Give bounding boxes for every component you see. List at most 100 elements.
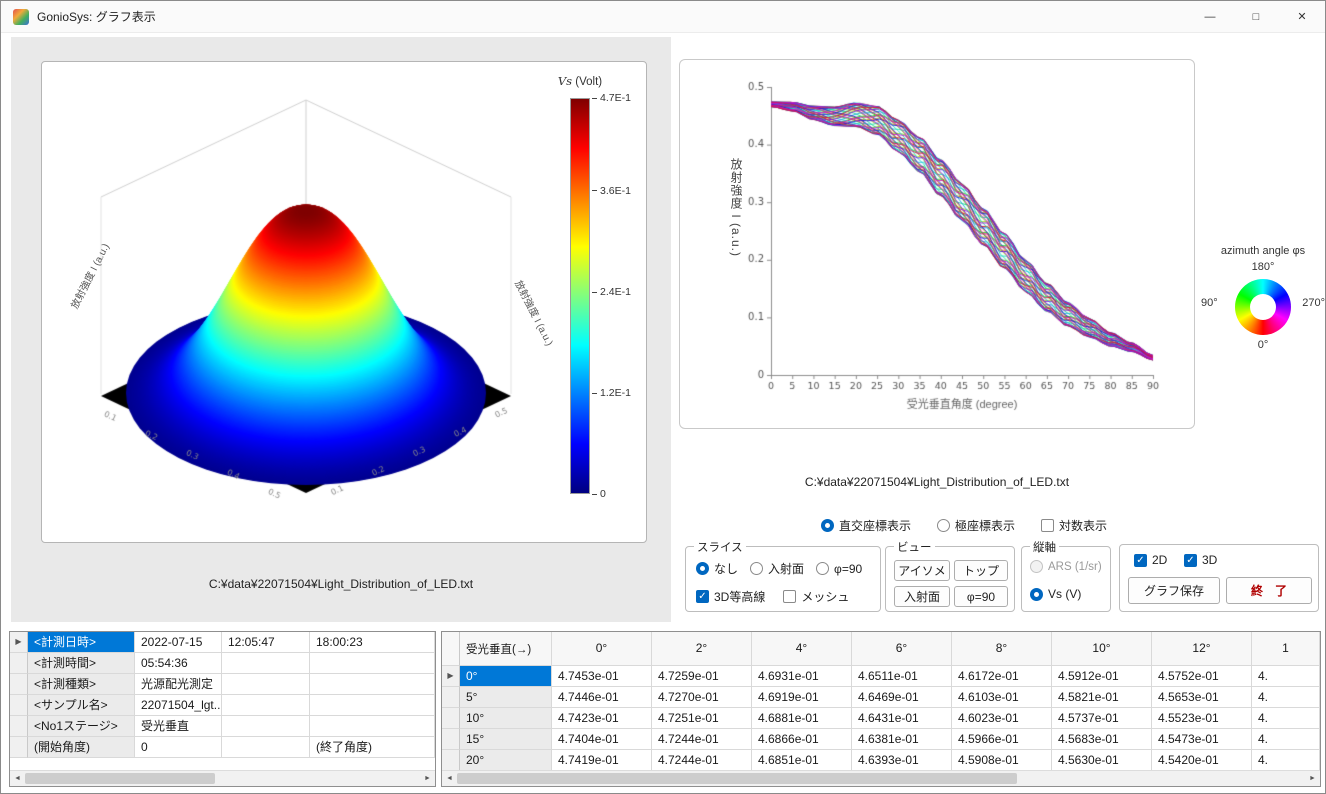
save-graph-button[interactable]: グラフ保存	[1128, 577, 1220, 604]
data-value-cell[interactable]: 4.5523e-01	[1152, 708, 1252, 729]
slice-incidence-radio[interactable]: 入射面	[750, 560, 804, 577]
view-phi90-button[interactable]: φ=90	[954, 586, 1008, 607]
scroll-thumb[interactable]	[25, 773, 215, 784]
data-value-cell[interactable]: 4.	[1252, 666, 1320, 687]
exit-button[interactable]: 終 了	[1226, 577, 1312, 604]
row-header-cell[interactable]: ▶	[10, 632, 28, 653]
data-value-cell[interactable]: 4.7423e-01	[552, 708, 652, 729]
data-value-cell[interactable]: 4.6511e-01	[852, 666, 952, 687]
data-value-cell[interactable]: 4.7404e-01	[552, 729, 652, 750]
info-value-cell[interactable]	[310, 653, 435, 674]
data-value-cell[interactable]: 4.6881e-01	[752, 708, 852, 729]
data-value-cell[interactable]: 4.6469e-01	[852, 687, 952, 708]
data-value-cell[interactable]: 4.5737e-01	[1052, 708, 1152, 729]
info-value-cell[interactable]	[222, 653, 310, 674]
row-header-cell[interactable]	[10, 695, 28, 716]
ars-radio-disabled[interactable]: ARS (1/sr)	[1030, 560, 1102, 573]
info-value-cell[interactable]: 受光垂直	[135, 716, 222, 737]
info-value-cell[interactable]	[222, 674, 310, 695]
data-value-cell[interactable]: 4.7453e-01	[552, 666, 652, 687]
column-header-cell[interactable]: 6°	[852, 632, 952, 666]
view-isometric-button[interactable]: アイソメ	[894, 560, 950, 581]
row-label-cell[interactable]: 15°	[460, 729, 552, 750]
info-label-cell[interactable]: (開始角度)	[28, 737, 135, 758]
column-header-cell[interactable]: 8°	[952, 632, 1052, 666]
info-value-cell[interactable]: 12:05:47	[222, 632, 310, 653]
row-label-cell[interactable]: 0°	[460, 666, 552, 687]
scroll-right-arrow-icon[interactable]: ►	[1305, 771, 1320, 786]
data-value-cell[interactable]: 4.6023e-01	[952, 708, 1052, 729]
data-value-cell[interactable]: 4.6866e-01	[752, 729, 852, 750]
mesh-checkbox[interactable]: メッシュ	[783, 588, 849, 605]
scroll-right-arrow-icon[interactable]: ►	[420, 771, 435, 786]
row-label-cell[interactable]: 5°	[460, 687, 552, 708]
data-value-cell[interactable]: 4.5912e-01	[1052, 666, 1152, 687]
info-value-cell[interactable]: 光源配光測定	[135, 674, 222, 695]
data-value-cell[interactable]: 4.7251e-01	[652, 708, 752, 729]
info-label-cell[interactable]: <計測時間>	[28, 653, 135, 674]
data-value-cell[interactable]: 4.5630e-01	[1052, 750, 1152, 771]
data-value-cell[interactable]: 4.	[1252, 729, 1320, 750]
data-value-cell[interactable]: 4.	[1252, 708, 1320, 729]
info-value-cell[interactable]	[310, 716, 435, 737]
row-label-cell[interactable]: 10°	[460, 708, 552, 729]
info-label-cell[interactable]: <計測日時>	[28, 632, 135, 653]
info-value-cell[interactable]	[222, 716, 310, 737]
info-value-cell[interactable]: 0	[135, 737, 222, 758]
data-value-cell[interactable]: 4.7244e-01	[652, 729, 752, 750]
view-top-button[interactable]: トップ	[954, 560, 1008, 581]
row-header-cell[interactable]	[442, 750, 460, 771]
column-header-cell[interactable]: 4°	[752, 632, 852, 666]
scroll-thumb[interactable]	[457, 773, 1017, 784]
row-header-cell[interactable]	[442, 729, 460, 750]
info-value-cell[interactable]	[310, 674, 435, 695]
view-incidence-button[interactable]: 入射面	[894, 586, 950, 607]
slice-none-radio[interactable]: なし	[696, 560, 738, 577]
toggle-2d-checkbox[interactable]: 2D	[1134, 553, 1167, 567]
info-value-cell[interactable]: 05:54:36	[135, 653, 222, 674]
column-header-cell[interactable]: 12°	[1152, 632, 1252, 666]
data-value-cell[interactable]: 4.5752e-01	[1152, 666, 1252, 687]
toggle-3d-checkbox[interactable]: 3D	[1184, 553, 1217, 567]
data-value-cell[interactable]: 4.5473e-01	[1152, 729, 1252, 750]
rect-coords-radio[interactable]: 直交座標表示	[821, 517, 911, 534]
data-value-cell[interactable]: 4.5908e-01	[952, 750, 1052, 771]
row-header-cell[interactable]	[10, 716, 28, 737]
data-value-cell[interactable]: 4.5683e-01	[1052, 729, 1152, 750]
data-value-cell[interactable]: 4.5653e-01	[1152, 687, 1252, 708]
data-value-cell[interactable]: 4.6851e-01	[752, 750, 852, 771]
maximize-button[interactable]: □	[1233, 1, 1279, 32]
info-label-cell[interactable]: <サンプル名>	[28, 695, 135, 716]
data-value-cell[interactable]: 4.6381e-01	[852, 729, 952, 750]
data-value-cell[interactable]: 4.	[1252, 687, 1320, 708]
info-value-cell[interactable]: 22071504_lgt...	[135, 695, 222, 716]
scroll-left-arrow-icon[interactable]: ◄	[10, 771, 25, 786]
row-header-cell[interactable]: ▶	[442, 666, 460, 687]
log-display-checkbox[interactable]: 対数表示	[1041, 517, 1107, 534]
data-value-cell[interactable]: 4.7270e-01	[652, 687, 752, 708]
minimize-button[interactable]: —	[1187, 1, 1233, 32]
row-header-cell[interactable]	[10, 737, 28, 758]
info-value-cell[interactable]: 2022-07-15	[135, 632, 222, 653]
info-label-cell[interactable]: <計測種類>	[28, 674, 135, 695]
vs-radio[interactable]: Vs (V)	[1030, 587, 1081, 601]
data-value-cell[interactable]: 4.6103e-01	[952, 687, 1052, 708]
data-value-cell[interactable]: 4.5420e-01	[1152, 750, 1252, 771]
info-label-cell[interactable]: <No1ステージ>	[28, 716, 135, 737]
column-header-cell[interactable]: 1	[1252, 632, 1320, 666]
axis-corner-header-cell[interactable]: 受光垂直(→)受光水平(↓)	[460, 632, 552, 666]
row-header-cell[interactable]	[10, 674, 28, 695]
data-value-cell[interactable]: 4.7259e-01	[652, 666, 752, 687]
row-label-cell[interactable]: 20°	[460, 750, 552, 771]
close-button[interactable]: ✕	[1279, 1, 1325, 32]
info-value-cell[interactable]: (終了角度)	[310, 737, 435, 758]
data-value-cell[interactable]: 4.6172e-01	[952, 666, 1052, 687]
data-value-cell[interactable]: 4.6931e-01	[752, 666, 852, 687]
column-header-cell[interactable]: 2°	[652, 632, 752, 666]
data-value-cell[interactable]: 4.6393e-01	[852, 750, 952, 771]
slice-phi90-radio[interactable]: φ=90	[816, 560, 862, 577]
row-header-cell[interactable]	[10, 653, 28, 674]
info-value-cell[interactable]	[310, 695, 435, 716]
data-value-cell[interactable]: 4.5966e-01	[952, 729, 1052, 750]
row-header-cell[interactable]	[442, 687, 460, 708]
